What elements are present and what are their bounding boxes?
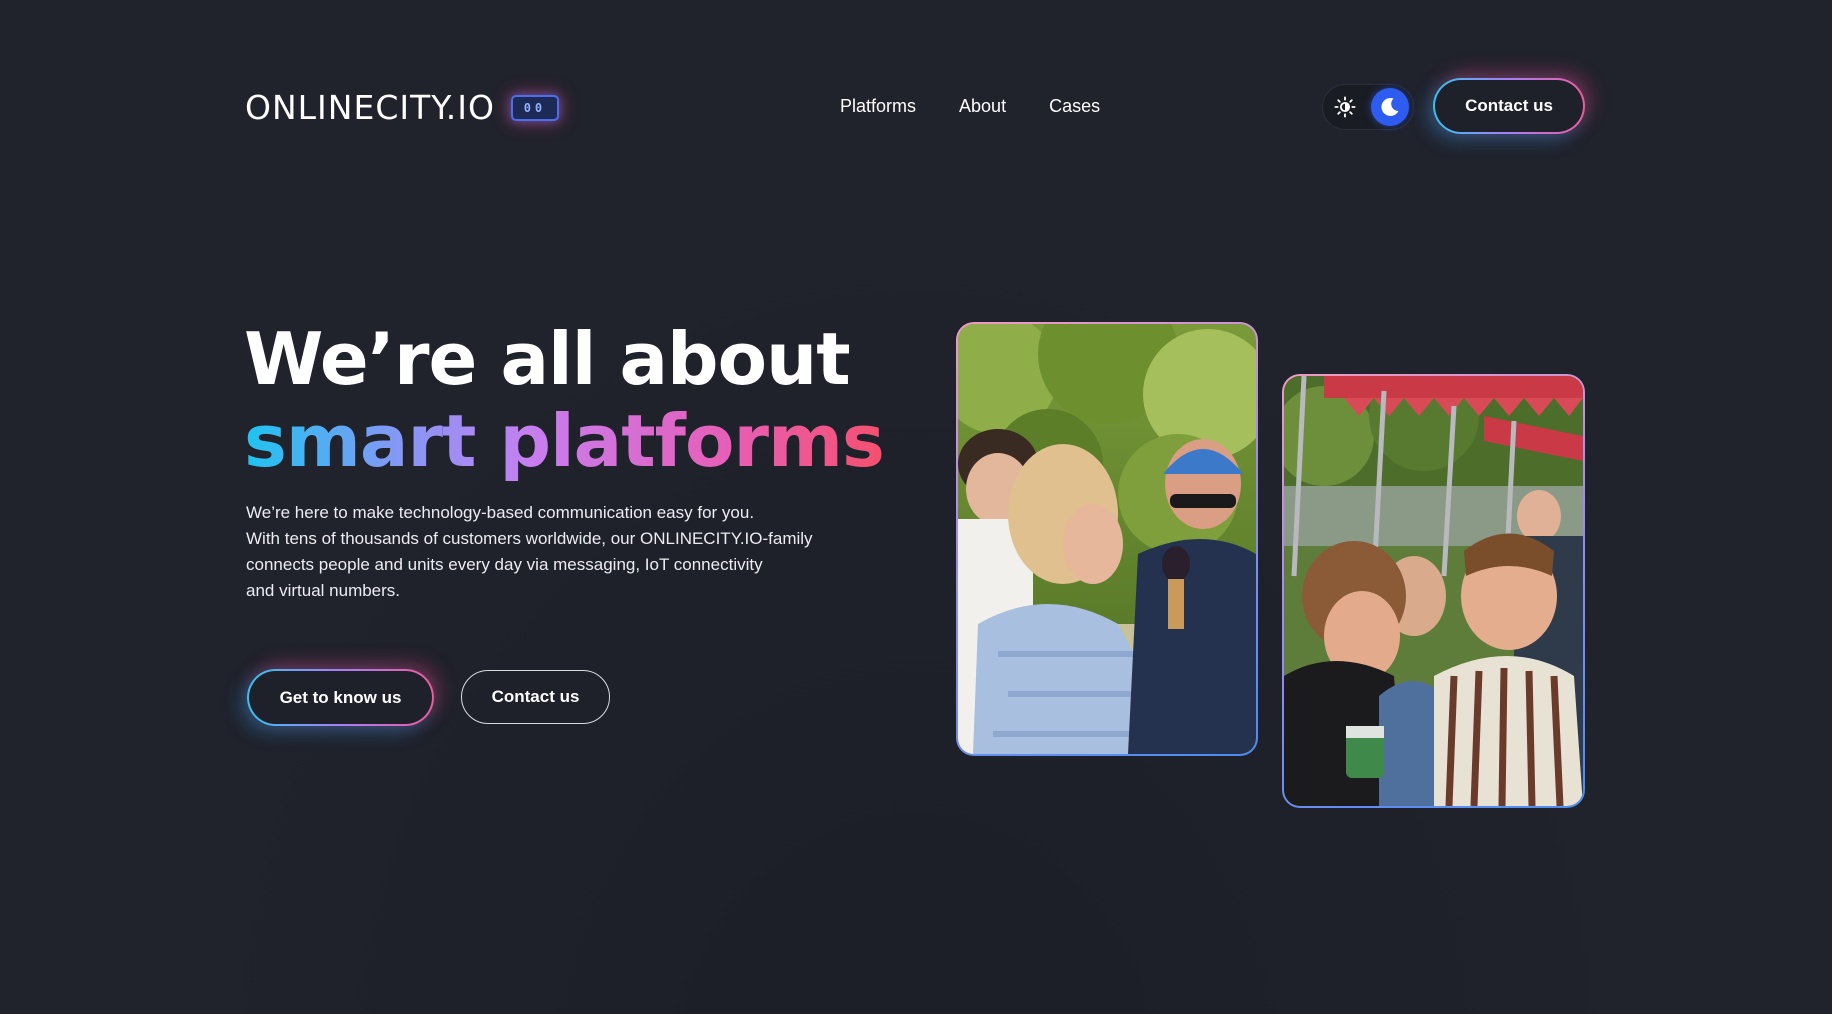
- logo[interactable]: ONLINECITY.IO 00: [245, 88, 559, 127]
- logo-text: ONLINECITY.IO: [245, 88, 495, 127]
- hero-title-line2: smart platforms: [244, 399, 885, 483]
- team-photo-boat: [1282, 374, 1585, 808]
- hero-description-line: We’re here to make technology-based comm…: [246, 503, 755, 522]
- nav-link-platforms[interactable]: Platforms: [840, 96, 916, 117]
- team-photo-park: [956, 322, 1258, 756]
- nav-link-cases[interactable]: Cases: [1049, 96, 1100, 117]
- hero-title-line1: We’re all about: [244, 317, 851, 401]
- hero-contact-button[interactable]: Contact us: [461, 670, 610, 724]
- moon-icon[interactable]: [1371, 88, 1409, 126]
- sun-icon[interactable]: [1333, 95, 1357, 119]
- header-contact-button[interactable]: Contact us: [1433, 78, 1585, 134]
- hero-description-line: connects people and units every day via …: [246, 555, 763, 574]
- main-nav: Platforms About Cases: [840, 96, 1100, 117]
- theme-toggle[interactable]: [1322, 84, 1414, 130]
- get-to-know-us-button[interactable]: Get to know us: [247, 669, 434, 726]
- page: ONLINECITY.IO 00 Platforms About Cases C…: [0, 0, 1832, 1014]
- nav-link-about[interactable]: About: [959, 96, 1006, 117]
- hero-description-line: With tens of thousands of customers worl…: [246, 529, 813, 548]
- hero-title: We’re all about smart platforms: [244, 317, 885, 483]
- hero-description-line: and virtual numbers.: [246, 581, 401, 600]
- logo-chip-icon: 00: [510, 94, 559, 121]
- hero-description: We’re here to make technology-based comm…: [246, 500, 866, 604]
